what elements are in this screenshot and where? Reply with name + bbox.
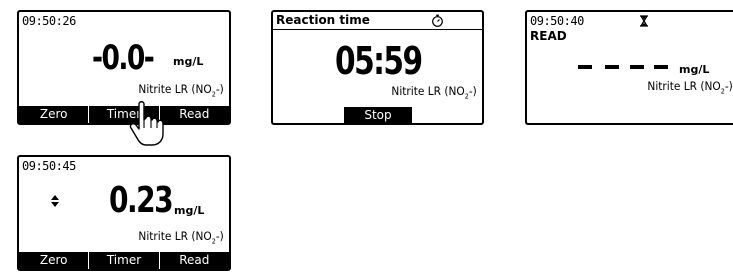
placeholder-dash (654, 65, 668, 69)
parameter-label: Nitrite LR (NO2-) (138, 229, 224, 246)
parameter-label: Nitrite LR (NO2-) (138, 82, 224, 99)
reading-value: 0.23 (109, 180, 174, 221)
screen-reaction-timer: Reaction time 05:59 Nitrite LR (NO2-) St… (271, 10, 484, 125)
softkey-bar: Zero Timer Read (19, 252, 229, 269)
screen-zero-reading: 09:50:26 -0.0- mg/L Nitrite LR (NO2-) Ze… (17, 10, 231, 125)
reading-value: -0.0- (92, 38, 155, 78)
unit-label: mg/L (679, 63, 710, 76)
placeholder-dash (630, 65, 644, 69)
countdown: 05:59 (335, 39, 423, 83)
parameter-label: Nitrite LR (NO2-) (647, 79, 733, 96)
pointing-hand-icon (129, 101, 164, 146)
screen-reading-in-progress: 09:50:40 READ mg/L Nitrite LR (NO2-) (525, 10, 733, 125)
timer-softkey[interactable]: Timer (88, 252, 158, 269)
softkey-bar: Zero Timer Read (19, 106, 229, 123)
hourglass-icon (640, 15, 648, 27)
screen-result: 09:50:45 0.23 mg/L Nitrite LR (NO2-) Zer… (17, 155, 231, 271)
up-down-arrows-icon[interactable] (50, 194, 60, 208)
unit-label: mg/L (174, 204, 205, 217)
clock: 09:50:40 (530, 14, 584, 28)
clock: 09:50:45 (22, 159, 76, 173)
stopwatch-icon (432, 14, 443, 27)
title-underline (273, 29, 482, 30)
stop-softkey[interactable]: Stop (364, 108, 391, 122)
clock: 09:50:26 (22, 14, 76, 28)
title: Reaction time (276, 13, 370, 27)
parameter-label: Nitrite LR (NO2-) (391, 84, 477, 101)
placeholder-dash (578, 65, 592, 69)
status-label: READ (530, 29, 567, 43)
read-softkey[interactable]: Read (158, 252, 229, 269)
stop-softkey-container: Stop (344, 107, 412, 123)
zero-softkey[interactable]: Zero (19, 106, 88, 123)
zero-softkey[interactable]: Zero (19, 252, 88, 269)
unit-label: mg/L (173, 55, 204, 68)
placeholder-dash (605, 65, 619, 69)
